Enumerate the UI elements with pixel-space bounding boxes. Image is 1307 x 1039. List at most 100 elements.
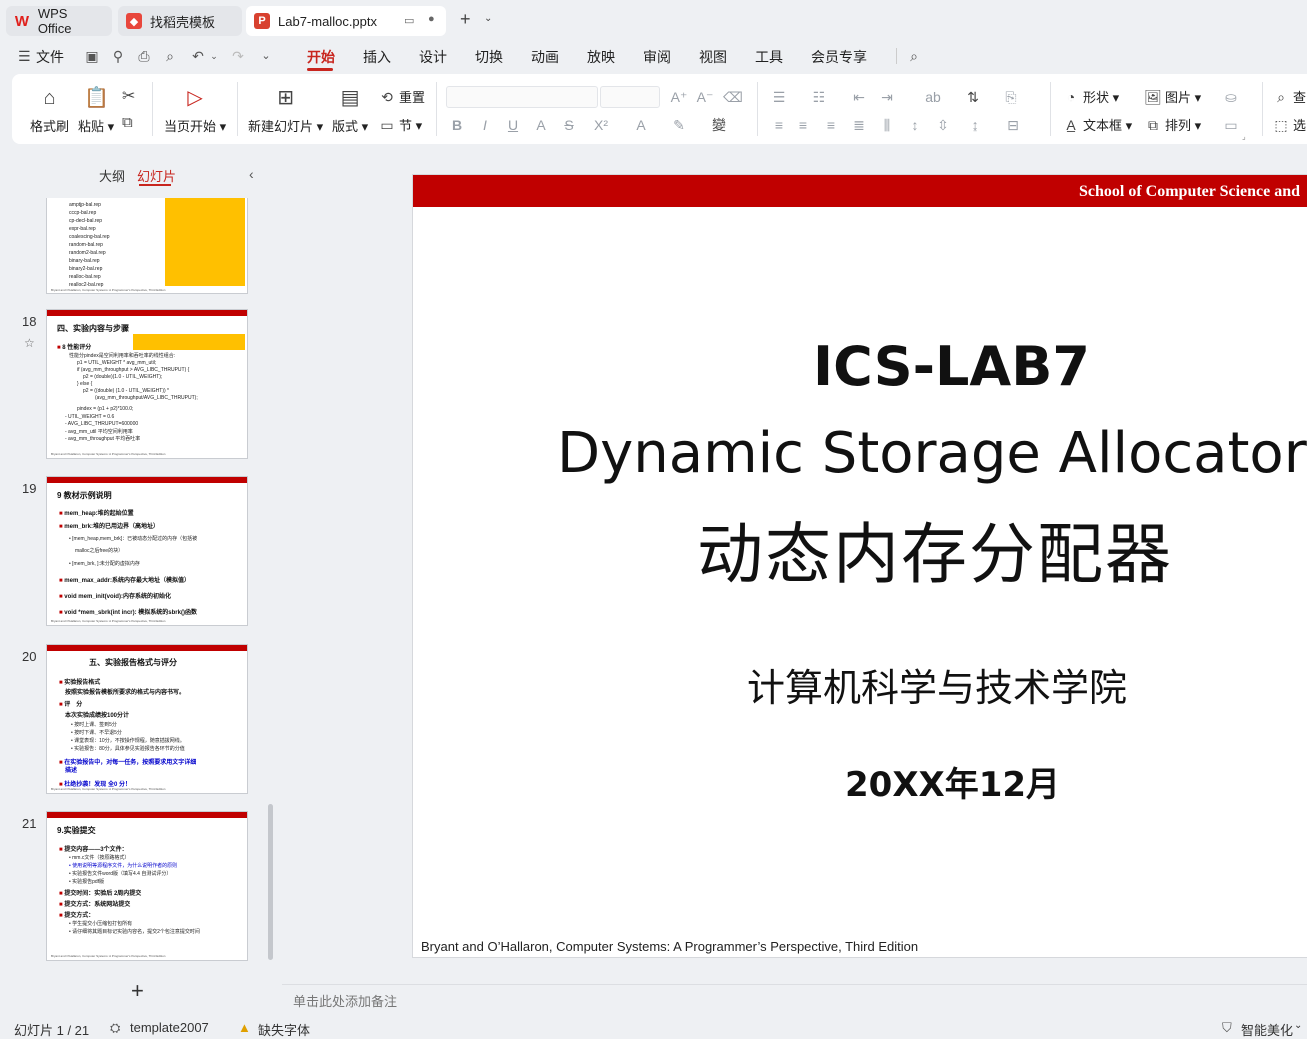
ribbon-divider <box>237 82 238 136</box>
decrease-font-icon[interactable]: A⁻ <box>694 88 716 106</box>
star-icon[interactable]: ☆ <box>24 336 35 350</box>
slide-title-line-3[interactable]: 动态内存分配器 <box>697 501 1173 597</box>
paragraph-icon[interactable]: ⊟ <box>1002 116 1024 134</box>
vertical-align-icon[interactable]: ↕ <box>904 116 926 134</box>
menu-tools[interactable]: 工具 <box>755 47 783 67</box>
picture-button[interactable]: 🖼 图片 ▾ <box>1144 87 1201 106</box>
tab-document[interactable]: P Lab7-malloc.pptx ▭ ● <box>246 6 446 36</box>
align-right-icon[interactable]: ≡ <box>820 116 842 134</box>
convert-icon[interactable]: ⎘ <box>1000 88 1022 106</box>
menu-file[interactable]: 文件 <box>36 47 64 67</box>
smart-beautify[interactable]: 智能美化 <box>1241 1020 1293 1039</box>
highlight-icon[interactable]: ✎ <box>668 116 690 134</box>
decrease-indent-icon[interactable]: ⇤ <box>848 88 870 106</box>
bullet-list-icon[interactable]: ☰ <box>768 88 790 106</box>
section-button[interactable]: ▭ 节 ▾ <box>378 115 422 134</box>
print-icon[interactable]: ⎙ <box>136 48 152 64</box>
strikethrough-icon[interactable]: S <box>558 116 580 134</box>
expand-ribbon-icon[interactable]: ⌟ <box>1242 132 1246 141</box>
undo-dropdown-icon[interactable]: ⌄ <box>206 48 222 64</box>
slide-thumbnail-19[interactable]: 9 教材示例说明 ■ mem_heap:堆的起始位置 ■ mem_brk:堆的已… <box>46 476 248 626</box>
select-button[interactable]: ⬚ 选 <box>1272 115 1306 134</box>
fill-icon[interactable]: ⛀ <box>1220 88 1242 106</box>
menu-transition[interactable]: 切换 <box>475 47 503 67</box>
template-name[interactable]: template2007 <box>130 1020 209 1035</box>
menu-home[interactable]: 开始 <box>307 47 335 67</box>
slide-title-line-2[interactable]: Dynamic Storage Allocator <box>557 421 1307 486</box>
italic-icon[interactable]: I <box>474 116 496 134</box>
columns-icon[interactable]: ⇳ <box>932 116 954 134</box>
cut-icon[interactable]: ✂ <box>122 86 135 106</box>
textbox-button[interactable]: A̲ 文本框 ▾ <box>1062 115 1132 134</box>
distribute-icon[interactable]: ⫼ <box>876 116 898 134</box>
line-spacing-icon[interactable]: ↨ <box>964 116 986 134</box>
font-color-icon[interactable]: A <box>630 116 652 134</box>
shape-button[interactable]: ◔ 形状 ▾ <box>1062 87 1119 106</box>
font-family-select[interactable] <box>446 86 598 108</box>
undo-icon[interactable]: ↶ <box>190 48 206 64</box>
copy-icon[interactable]: ⧉ <box>122 114 133 131</box>
format-painter-button[interactable]: ⌂ 格式刷 <box>30 86 69 135</box>
menu-review[interactable]: 审阅 <box>643 47 671 67</box>
save-icon[interactable]: ▣ <box>84 48 100 64</box>
redo-icon[interactable]: ↷ <box>230 48 246 64</box>
text-shadow-icon[interactable]: A <box>530 116 552 134</box>
print-preview-icon[interactable]: ⌕ <box>162 48 178 64</box>
hamburger-icon[interactable]: ☰ <box>18 48 31 65</box>
chevron-down-icon[interactable]: ⌄ <box>484 13 492 24</box>
find-button[interactable]: ⌕ 查 <box>1272 87 1306 106</box>
collapse-panel-icon[interactable]: ‹ <box>249 166 254 182</box>
sort-icon[interactable]: ⇅ <box>962 88 984 106</box>
thumbnail-scrollbar[interactable] <box>268 804 273 960</box>
increase-indent-icon[interactable]: ⇥ <box>876 88 898 106</box>
menu-design[interactable]: 设计 <box>419 47 447 67</box>
from-current-slide-button[interactable]: ▷ 当页开始 ▾ <box>164 86 226 135</box>
menu-animation[interactable]: 动画 <box>531 47 559 67</box>
arrange-button[interactable]: ⧉ 排列 ▾ <box>1144 115 1201 134</box>
increase-font-icon[interactable]: A⁺ <box>668 88 690 106</box>
menu-slideshow[interactable]: 放映 <box>587 47 615 67</box>
justify-icon[interactable]: ≣ <box>848 116 870 134</box>
menu-insert[interactable]: 插入 <box>363 47 391 67</box>
layout-button[interactable]: ▤ 版式 ▾ <box>332 86 368 135</box>
slide-thumbnail-21[interactable]: 9.实验提交 ■ 提交内容——3个文件： • mm.c文件（按原路格式） • 使… <box>46 811 248 961</box>
new-tab-icon[interactable]: + <box>460 9 471 30</box>
add-slide-icon[interactable]: + <box>131 978 144 1004</box>
slide-title-line-1[interactable]: ICS-LAB7 <box>813 335 1090 398</box>
font-size-select[interactable] <box>600 86 660 108</box>
superscript-icon[interactable]: X² <box>590 116 612 134</box>
paste-button[interactable]: 📋 粘贴 ▾ <box>78 86 114 135</box>
more-chevron-icon[interactable]: ⌄ <box>258 48 274 64</box>
screen-icon[interactable]: ▭ <box>404 14 414 27</box>
slide-footer[interactable]: Bryant and O’Hallaron, Computer Systems:… <box>421 939 918 954</box>
tab-outline[interactable]: 大纲 <box>99 166 125 185</box>
menu-view[interactable]: 视图 <box>699 47 727 67</box>
current-slide[interactable]: School of Computer Science and ICS-LAB7 … <box>412 174 1307 958</box>
align-center-icon[interactable]: ≡ <box>792 116 814 134</box>
tab-template-store[interactable]: ◆ 找稻壳模板 <box>118 6 242 36</box>
notes-placeholder[interactable]: 单击此处添加备注 <box>293 991 397 1010</box>
share-icon[interactable]: ⚲ <box>110 48 126 64</box>
slide-department[interactable]: 计算机科学与技术学院 <box>747 657 1127 712</box>
missing-font[interactable]: 缺失字体 <box>258 1020 310 1039</box>
align-left-icon[interactable]: ≡ <box>768 116 790 134</box>
clear-format-icon[interactable]: ⌫ <box>722 88 744 106</box>
slide-thumbnail-17[interactable]: amptjp-bal.rep cccp-bal.rep cp-decl-bal.… <box>46 198 248 294</box>
bold-icon[interactable]: B <box>446 116 468 134</box>
slide-date[interactable]: 20XX年12月 <box>845 757 1060 806</box>
slide-thumbnail-20[interactable]: 五、实验报告格式与评分 ■ 实验报告格式 按照实验报告模板所要求的格式与内容书写… <box>46 644 248 794</box>
tab-slides[interactable]: 幻灯片 <box>137 166 176 185</box>
numbered-list-icon[interactable]: ☷ <box>808 88 830 106</box>
search-icon[interactable]: ⌕ <box>906 48 922 64</box>
new-slide-button[interactable]: ⊞ 新建幻灯片 ▾ <box>248 86 323 135</box>
reset-button[interactable]: ⟲ 重置 <box>378 87 425 106</box>
underline-icon[interactable]: U <box>502 116 524 134</box>
slide-thumbnail-18[interactable]: 四、实验内容与步骤 ■ 8 性能评分 性能分pindex是空间利用率和吞吐率的线… <box>46 309 248 459</box>
phonetic-icon[interactable]: 變 <box>708 116 730 134</box>
slide-thumbnail-panel: 大纲 幻灯片 ‹ amptjp-bal.rep cccp-bal.rep cp-… <box>0 148 280 1014</box>
menu-member[interactable]: 会员专享 <box>811 47 867 67</box>
outline-icon[interactable]: ▭ <box>1220 116 1242 134</box>
chevron-down-icon[interactable]: ⌄ <box>1294 1020 1302 1031</box>
tab-wps-office[interactable]: W WPS Office <box>6 6 112 36</box>
text-direction-icon[interactable]: ab <box>922 88 944 106</box>
